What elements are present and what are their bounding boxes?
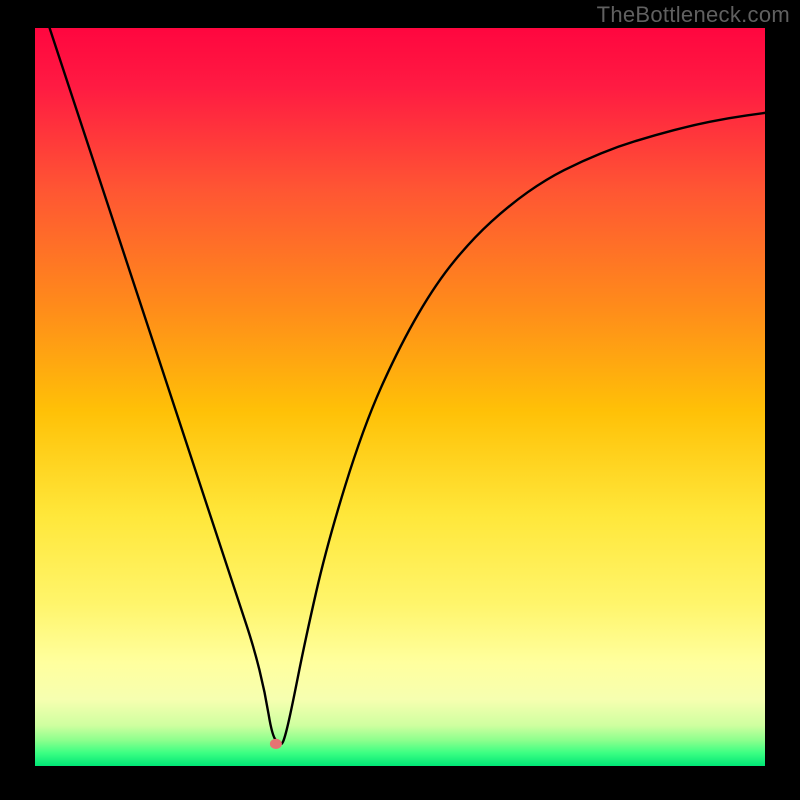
plot-svg (35, 28, 765, 766)
chart-frame: TheBottleneck.com (0, 0, 800, 800)
optimum-marker (270, 739, 282, 749)
plot-area (35, 28, 765, 766)
watermark-text: TheBottleneck.com (597, 2, 790, 28)
gradient-background (35, 28, 765, 766)
